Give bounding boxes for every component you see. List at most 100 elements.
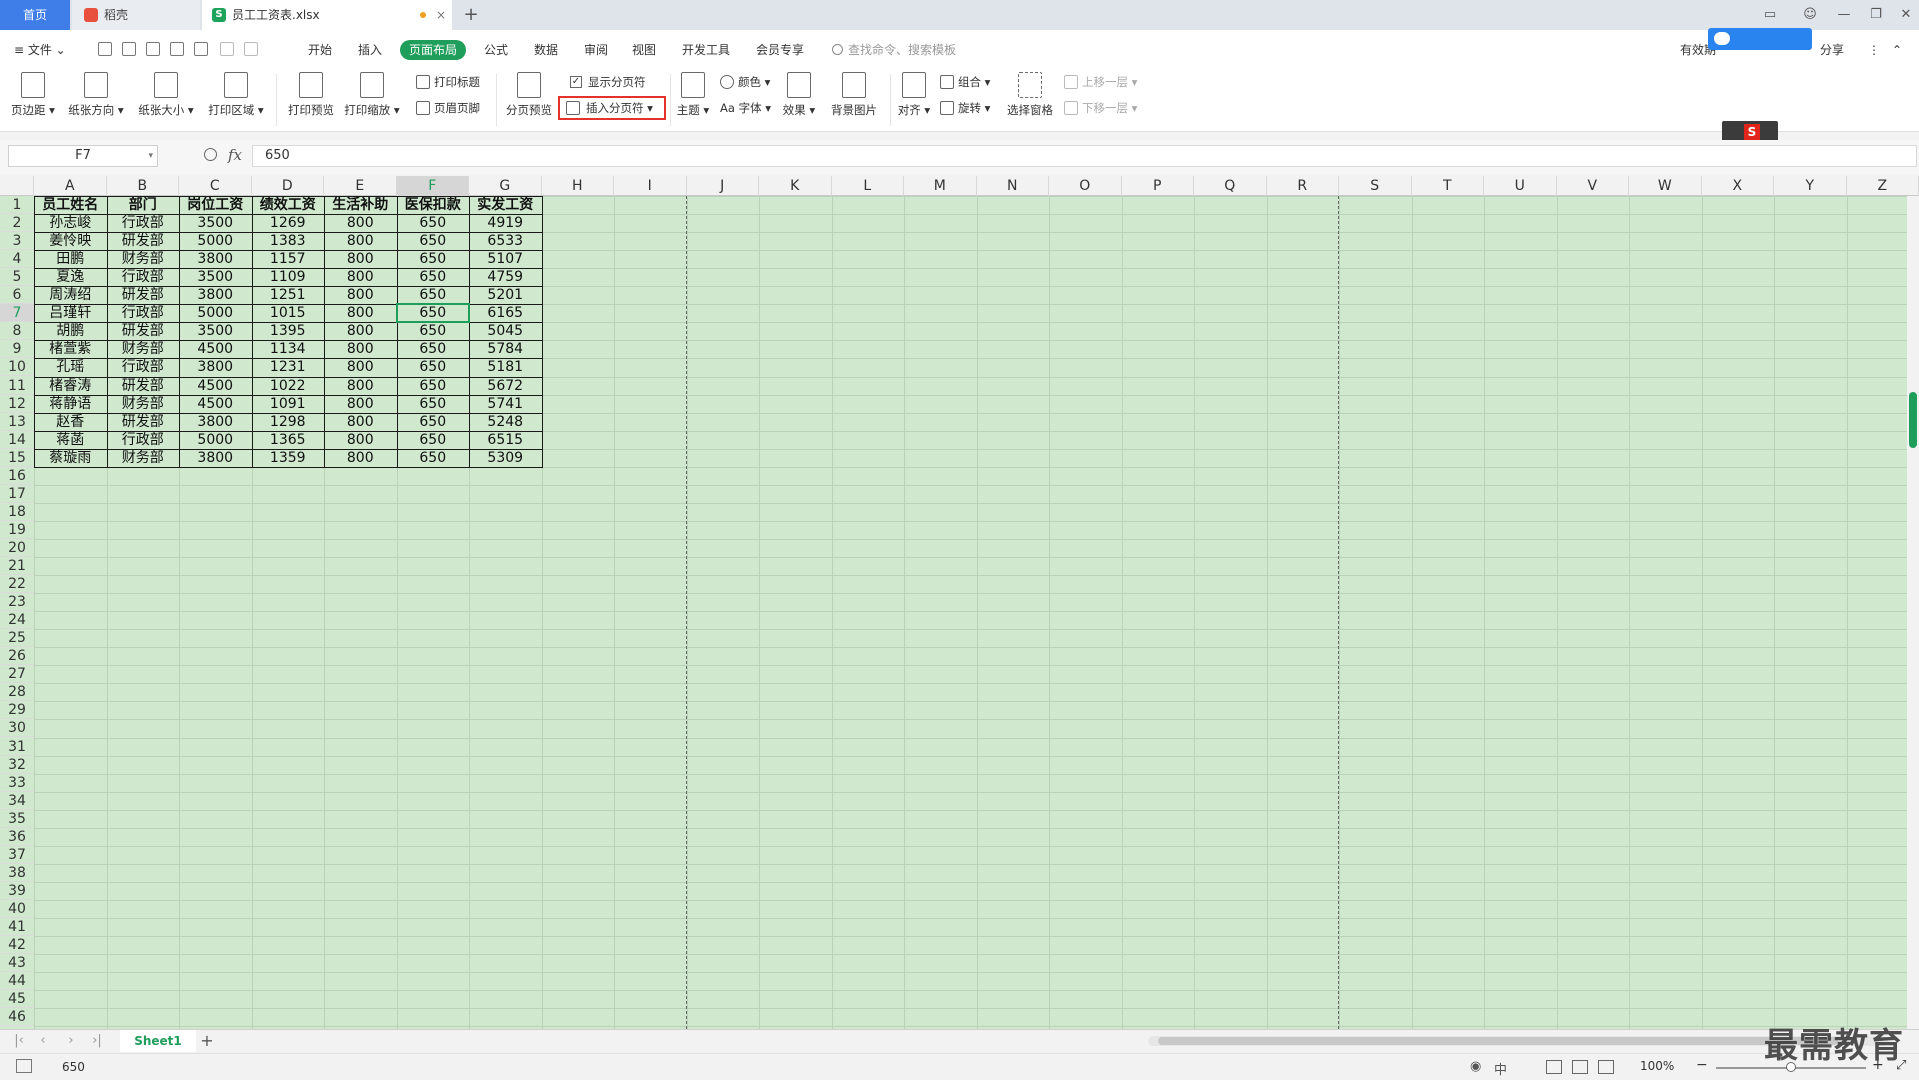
row-header-30[interactable]: 30	[0, 719, 34, 738]
column-header-C[interactable]: C	[179, 176, 252, 196]
export-icon[interactable]	[146, 42, 160, 56]
row-header-1[interactable]: 1	[0, 196, 34, 214]
scroll-thumb[interactable]	[1158, 1037, 1838, 1045]
close-tab-icon[interactable]: ×	[436, 0, 446, 30]
column-header-M[interactable]: M	[904, 176, 977, 196]
spreadsheet-grid[interactable]: ABCDEFGHIJKLMNOPQRSTUVWXYZ 1 2 3 4 5 6 7 8 9 10 11…	[0, 176, 1919, 1029]
row-header-38[interactable]: 38	[0, 864, 34, 882]
preview-icon[interactable]	[194, 42, 208, 56]
row-header-36[interactable]: 36	[0, 828, 34, 846]
row-header-33[interactable]: 33	[0, 774, 34, 792]
column-header-Q[interactable]: Q	[1194, 176, 1267, 196]
row-header-12[interactable]: 12	[0, 395, 34, 413]
show-page-breaks-checkbox[interactable]: ✓ 显示分页符	[568, 72, 646, 92]
column-header-L[interactable]: L	[832, 176, 904, 196]
row-header-10[interactable]: 10	[0, 358, 34, 377]
last-sheet-icon[interactable]: ›|	[88, 1032, 106, 1050]
row-header-32[interactable]: 32	[0, 756, 34, 774]
header-footer-button[interactable]: 页眉页脚	[414, 98, 480, 118]
minimize-icon[interactable]: —	[1830, 0, 1858, 30]
share-button[interactable]: 分享	[1820, 40, 1844, 60]
name-box[interactable]: F7 ▾	[8, 145, 158, 167]
row-header-46[interactable]: 46	[0, 1008, 34, 1027]
print-preview-button[interactable]: 打印预览	[286, 68, 336, 132]
column-header-E[interactable]: E	[324, 176, 397, 196]
row-header-37[interactable]: 37	[0, 846, 34, 864]
menu-file[interactable]: ≡ 文件 ⌄	[14, 40, 66, 60]
row-header-26[interactable]: 26	[0, 647, 34, 666]
row-header-5[interactable]: 5	[0, 268, 34, 287]
command-search-input[interactable]: 查找命令、搜索模板	[830, 40, 1020, 60]
window-layout-icon[interactable]: ▭	[1756, 0, 1784, 30]
print-icon[interactable]	[170, 42, 184, 56]
add-sheet-button[interactable]: +	[196, 1030, 218, 1052]
background-image-button[interactable]: 背景图片	[826, 68, 882, 132]
insert-page-break-button[interactable]: 插入分页符 ▾	[558, 96, 666, 120]
formula-input[interactable]: 650	[252, 145, 1917, 167]
collapse-ribbon-icon[interactable]: ⌃	[1892, 40, 1902, 60]
next-sheet-icon[interactable]: ›	[62, 1032, 80, 1050]
select-all-corner[interactable]	[0, 176, 34, 196]
print-scale-button[interactable]: 打印缩放 ▾	[344, 68, 400, 132]
macro-record-icon[interactable]	[16, 1059, 32, 1073]
row-header-27[interactable]: 27	[0, 665, 34, 684]
column-header-T[interactable]: T	[1412, 176, 1484, 196]
menu-member[interactable]: 会员专享	[756, 40, 804, 60]
cloud-badge[interactable]	[1708, 28, 1812, 50]
menu-devtools[interactable]: 开发工具	[682, 40, 730, 60]
column-header-K[interactable]: K	[759, 176, 832, 196]
column-header-O[interactable]: O	[1049, 176, 1122, 196]
new-tab-button[interactable]: +	[458, 0, 484, 30]
normal-view-icon[interactable]	[1546, 1060, 1562, 1074]
row-header-43[interactable]: 43	[0, 954, 34, 973]
avatar[interactable]: ☺	[1796, 0, 1824, 30]
row-header-6[interactable]: 6	[0, 286, 34, 305]
row-header-9[interactable]: 9	[0, 340, 34, 359]
page-break-preview-button[interactable]: 分页预览	[502, 68, 556, 132]
column-header-P[interactable]: P	[1122, 176, 1194, 196]
save-icon[interactable]	[122, 42, 136, 56]
column-header-Z[interactable]: Z	[1847, 176, 1919, 196]
eye-protect-icon[interactable]: ◉	[1470, 1059, 1481, 1074]
colors-button[interactable]: 颜色 ▾	[718, 72, 770, 92]
row-header-23[interactable]: 23	[0, 593, 34, 612]
tab-home[interactable]: 首页	[0, 0, 70, 30]
column-header-F[interactable]: F	[396, 176, 469, 196]
send-backward-button[interactable]: 下移一层 ▾	[1062, 98, 1137, 118]
paper-size-button[interactable]: 纸张大小 ▾	[136, 68, 196, 132]
row-header-3[interactable]: 3	[0, 232, 34, 251]
input-method-icon[interactable]: 中	[1494, 1059, 1507, 1078]
first-sheet-icon[interactable]: |‹	[10, 1032, 28, 1050]
scroll-thumb[interactable]	[1909, 392, 1917, 448]
group-button[interactable]: 组合 ▾	[938, 72, 990, 92]
vertical-scrollbar[interactable]	[1907, 196, 1919, 1029]
column-header-Y[interactable]: Y	[1774, 176, 1847, 196]
column-header-U[interactable]: U	[1484, 176, 1557, 196]
column-header-G[interactable]: G	[469, 176, 542, 196]
row-header-41[interactable]: 41	[0, 918, 34, 936]
bring-forward-button[interactable]: 上移一层 ▾	[1062, 72, 1137, 92]
row-header-7[interactable]: 7	[0, 304, 34, 323]
menu-page-layout[interactable]: 页面布局	[400, 40, 467, 60]
row-header-35[interactable]: 35	[0, 810, 34, 828]
print-area-button[interactable]: 打印区域 ▾	[206, 68, 266, 132]
row-header-40[interactable]: 40	[0, 900, 34, 918]
redo-icon[interactable]	[244, 42, 258, 56]
row-header-22[interactable]: 22	[0, 575, 34, 594]
column-header-R[interactable]: R	[1267, 176, 1339, 196]
column-header-H[interactable]: H	[542, 176, 614, 196]
page-break-view-icon[interactable]	[1598, 1060, 1614, 1074]
row-header-2[interactable]: 2	[0, 214, 34, 233]
print-titles-button[interactable]: 打印标题	[414, 72, 480, 92]
new-file-icon[interactable]	[98, 42, 112, 56]
column-header-J[interactable]: J	[687, 176, 759, 196]
function-icon[interactable]: fx	[228, 146, 242, 164]
close-window-icon[interactable]: ✕	[1892, 0, 1919, 30]
row-header-18[interactable]: 18	[0, 503, 34, 521]
column-header-B[interactable]: B	[107, 176, 179, 196]
row-header-21[interactable]: 21	[0, 557, 34, 575]
row-header-25[interactable]: 25	[0, 629, 34, 648]
row-header-19[interactable]: 19	[0, 521, 34, 539]
zoom-level[interactable]: 100%	[1640, 1059, 1674, 1073]
margins-button[interactable]: 页边距 ▾	[10, 68, 56, 132]
